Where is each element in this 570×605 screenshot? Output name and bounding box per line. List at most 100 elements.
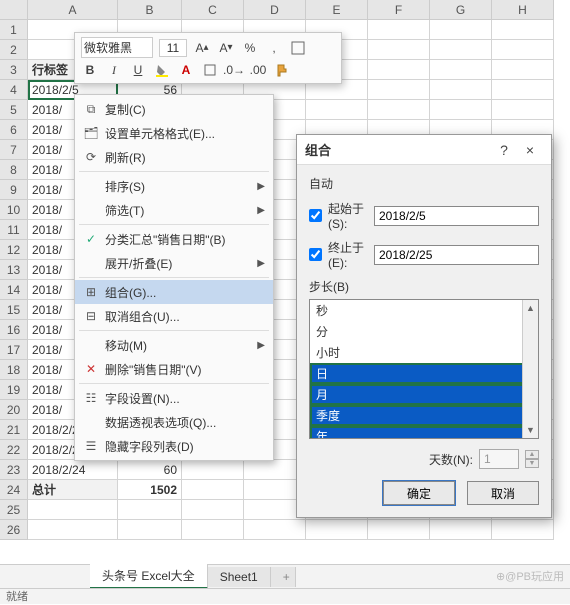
row-header-9[interactable]: 9 xyxy=(0,180,28,200)
percent-icon[interactable]: % xyxy=(241,39,259,57)
cell[interactable] xyxy=(492,60,554,80)
cell[interactable]: 总计 xyxy=(28,480,118,500)
cell[interactable] xyxy=(430,40,492,60)
start-checkbox[interactable] xyxy=(309,209,322,222)
comma-style-icon[interactable]: , xyxy=(265,39,283,57)
menu-subtotal[interactable]: ✓分类汇总"销售日期"(B) xyxy=(75,227,273,251)
select-all-corner[interactable] xyxy=(0,0,28,19)
cell[interactable] xyxy=(244,520,306,540)
row-header-2[interactable]: 2 xyxy=(0,40,28,60)
end-checkbox[interactable] xyxy=(309,248,322,261)
step-option-days[interactable]: 日 xyxy=(310,363,538,384)
col-header-F[interactable]: F xyxy=(368,0,430,19)
row-header-15[interactable]: 15 xyxy=(0,300,28,320)
menu-ungroup[interactable]: ⊟取消组合(U)... xyxy=(75,304,273,328)
cell[interactable] xyxy=(430,60,492,80)
cell[interactable]: 60 xyxy=(118,460,182,480)
step-option-months[interactable]: 月 xyxy=(310,384,538,405)
menu-filter[interactable]: 筛选(T)▶ xyxy=(75,198,273,222)
format-painter-icon[interactable] xyxy=(273,61,291,79)
cell[interactable] xyxy=(430,20,492,40)
row-header-5[interactable]: 5 xyxy=(0,100,28,120)
cell[interactable] xyxy=(430,100,492,120)
decrease-font-icon[interactable]: A▾ xyxy=(217,39,235,57)
menu-hide-fieldlist[interactable]: ☰隐藏字段列表(D) xyxy=(75,434,273,458)
cell[interactable] xyxy=(182,480,244,500)
cell[interactable]: 1502 xyxy=(118,480,182,500)
cell[interactable] xyxy=(492,40,554,60)
menu-refresh[interactable]: ⟳刷新(R) xyxy=(75,145,273,169)
cell[interactable] xyxy=(368,40,430,60)
col-header-G[interactable]: G xyxy=(430,0,492,19)
menu-remove-field[interactable]: ✕删除"销售日期"(V) xyxy=(75,357,273,381)
fill-color-icon[interactable] xyxy=(153,61,171,79)
add-sheet-button[interactable]: + xyxy=(271,567,296,587)
col-header-B[interactable]: B xyxy=(118,0,182,19)
close-button[interactable]: × xyxy=(517,142,543,158)
cell[interactable] xyxy=(492,100,554,120)
cell[interactable] xyxy=(368,520,430,540)
cell[interactable] xyxy=(118,500,182,520)
step-option-hours[interactable]: 小时 xyxy=(310,342,538,363)
font-color-icon[interactable]: A xyxy=(177,61,195,79)
step-listbox[interactable]: 秒 分 小时 日 月 季度 年 ▲▼ xyxy=(309,299,539,439)
cancel-button[interactable]: 取消 xyxy=(467,481,539,505)
increase-decimal-icon[interactable]: .0→ xyxy=(225,61,243,79)
help-button[interactable]: ? xyxy=(491,142,517,158)
cell[interactable] xyxy=(368,60,430,80)
row-header-7[interactable]: 7 xyxy=(0,140,28,160)
borders-icon[interactable] xyxy=(289,39,307,57)
col-header-A[interactable]: A xyxy=(28,0,118,19)
row-header-4[interactable]: 4 xyxy=(0,80,28,100)
row-header-24[interactable]: 24 xyxy=(0,480,28,500)
cell[interactable] xyxy=(368,80,430,100)
italic-icon[interactable]: I xyxy=(105,61,123,79)
cell[interactable] xyxy=(492,20,554,40)
start-input[interactable] xyxy=(374,206,539,226)
cell[interactable] xyxy=(430,80,492,100)
cell[interactable] xyxy=(182,460,244,480)
cell[interactable] xyxy=(368,20,430,40)
col-header-C[interactable]: C xyxy=(182,0,244,19)
listbox-scrollbar[interactable]: ▲▼ xyxy=(522,300,538,438)
row-header-19[interactable]: 19 xyxy=(0,380,28,400)
cell[interactable] xyxy=(492,80,554,100)
row-header-23[interactable]: 23 xyxy=(0,460,28,480)
col-header-D[interactable]: D xyxy=(244,0,306,19)
sheet-tab-sheet1[interactable]: Sheet1 xyxy=(208,567,271,587)
cell[interactable] xyxy=(182,500,244,520)
font-name-select[interactable]: 微软雅黑 xyxy=(81,37,153,58)
cell[interactable] xyxy=(118,520,182,540)
step-option-minutes[interactable]: 分 xyxy=(310,321,538,342)
cell[interactable] xyxy=(492,520,554,540)
row-header-16[interactable]: 16 xyxy=(0,320,28,340)
row-header-1[interactable]: 1 xyxy=(0,20,28,40)
cell[interactable] xyxy=(28,500,118,520)
menu-pivottable-options[interactable]: 数据透视表选项(Q)... xyxy=(75,410,273,434)
ok-button[interactable]: 确定 xyxy=(383,481,455,505)
menu-group[interactable]: ⊞组合(G)... xyxy=(75,280,273,304)
cell[interactable] xyxy=(430,520,492,540)
menu-expand-collapse[interactable]: 展开/折叠(E)▶ xyxy=(75,251,273,275)
row-header-21[interactable]: 21 xyxy=(0,420,28,440)
row-header-14[interactable]: 14 xyxy=(0,280,28,300)
cell[interactable] xyxy=(368,100,430,120)
cell[interactable] xyxy=(28,520,118,540)
decrease-decimal-icon[interactable]: .00 xyxy=(249,61,267,79)
sheet-tab-active[interactable]: 头条号 Excel大全 xyxy=(90,564,208,589)
row-header-3[interactable]: 3 xyxy=(0,60,28,80)
row-header-11[interactable]: 11 xyxy=(0,220,28,240)
font-size-select[interactable]: 11 xyxy=(159,39,187,57)
row-header-10[interactable]: 10 xyxy=(0,200,28,220)
increase-font-icon[interactable]: A▴ xyxy=(193,39,211,57)
step-option-years[interactable]: 年 xyxy=(310,426,538,439)
step-option-quarters[interactable]: 季度 xyxy=(310,405,538,426)
row-header-22[interactable]: 22 xyxy=(0,440,28,460)
cell[interactable] xyxy=(306,100,368,120)
row-header-8[interactable]: 8 xyxy=(0,160,28,180)
row-header-12[interactable]: 12 xyxy=(0,240,28,260)
row-header-13[interactable]: 13 xyxy=(0,260,28,280)
menu-copy[interactable]: ⧉复制(C) xyxy=(75,97,273,121)
row-header-17[interactable]: 17 xyxy=(0,340,28,360)
row-header-25[interactable]: 25 xyxy=(0,500,28,520)
